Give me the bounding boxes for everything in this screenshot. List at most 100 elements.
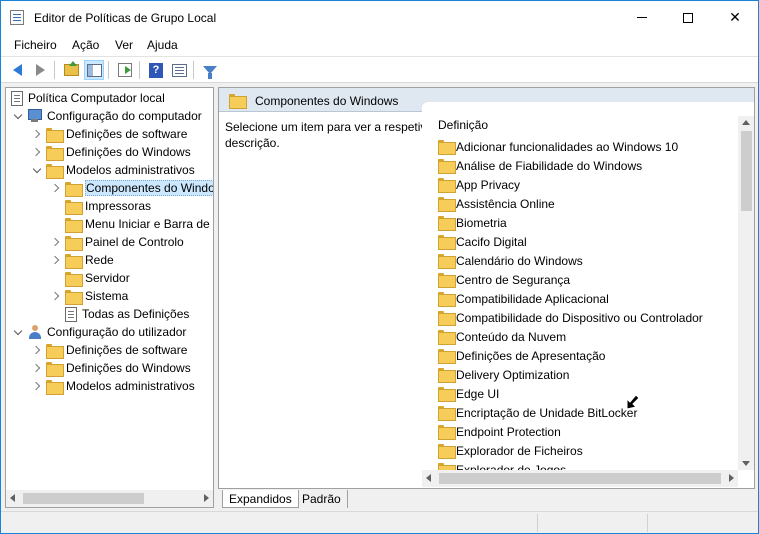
tree-item-control-panel[interactable]: Painel de Controlo	[50, 233, 184, 251]
export-list-button[interactable]	[115, 60, 135, 80]
main-window: Editor de Políticas de Grupo Local ✕ Fic…	[0, 0, 759, 534]
up-one-level-button[interactable]	[61, 60, 81, 80]
list-item-label: Centro de Segurança	[456, 272, 571, 287]
scroll-up-icon[interactable]	[742, 120, 750, 125]
tree-item-root[interactable]: Política Computador local	[8, 89, 165, 107]
chevron-right-icon[interactable]	[31, 125, 43, 143]
properties-view-button[interactable]	[169, 60, 189, 80]
tree-item-label: Política Computador local	[28, 91, 165, 105]
list-item[interactable]: Edge UI	[435, 384, 499, 403]
list-item[interactable]: Adicionar funcionalidades ao Windows 10	[435, 137, 678, 156]
tab-padrao[interactable]: Padrão	[296, 490, 348, 508]
list-item[interactable]: Endpoint Protection	[435, 422, 561, 441]
chevron-down-icon[interactable]	[12, 323, 24, 341]
tree-item-server[interactable]: Servidor	[50, 269, 130, 287]
tree-item-label: Menu Iniciar e Barra de	[85, 217, 210, 231]
list-vertical-scrollbar[interactable]	[738, 116, 754, 470]
folder-icon	[438, 387, 456, 402]
column-header-setting[interactable]: Definição	[438, 118, 488, 132]
tree-item-label: Impressoras	[85, 199, 152, 213]
list-item[interactable]: Centro de Segurança	[435, 270, 570, 289]
help-button[interactable]: ?	[146, 60, 166, 80]
scroll-down-icon[interactable]	[742, 461, 750, 466]
forward-button[interactable]	[30, 60, 50, 80]
scrollbar-thumb[interactable]	[23, 493, 144, 504]
list-item[interactable]: Compatibilidade Aplicacional	[435, 289, 609, 308]
tree-horizontal-scrollbar[interactable]	[6, 490, 213, 507]
menu-ficheiro[interactable]: Ficheiro	[14, 38, 57, 52]
tree-item-user-admin-templates[interactable]: Modelos administrativos	[31, 377, 195, 395]
list-item[interactable]: Compatibilidade do Dispositivo ou Contro…	[435, 308, 703, 327]
menu-ver[interactable]: Ver	[115, 38, 133, 52]
list-item[interactable]: Delivery Optimization	[435, 365, 569, 384]
tree-item-windows-settings[interactable]: Definições do Windows	[31, 143, 191, 161]
tree-item-windows-components[interactable]: Componentes do Windows	[50, 179, 213, 197]
minimize-button[interactable]	[619, 1, 665, 34]
list-horizontal-scrollbar[interactable]	[422, 470, 738, 487]
show-hide-tree-button[interactable]	[84, 60, 104, 80]
folder-icon	[438, 273, 456, 288]
tree-item-label: Servidor	[85, 271, 130, 285]
chevron-right-icon[interactable]	[31, 341, 43, 359]
list-item[interactable]: Assistência Online	[435, 194, 555, 213]
tree-item-label: Modelos administrativos	[66, 163, 195, 177]
list-item[interactable]: Explorador de Ficheiros	[435, 441, 583, 460]
filter-icon	[203, 66, 217, 79]
navigation-tree[interactable]: Política Computador local Configuração d…	[5, 87, 214, 508]
list-item[interactable]: Definições de Apresentação	[435, 346, 605, 365]
tree-item-admin-templates[interactable]: Modelos administrativos	[31, 161, 195, 179]
scrollbar-thumb[interactable]	[741, 131, 752, 211]
list-item[interactable]: App Privacy	[435, 175, 520, 194]
title-bar[interactable]: Editor de Políticas de Grupo Local ✕	[1, 1, 758, 34]
list-item[interactable]: Análise de Fiabilidade do Windows	[435, 156, 642, 175]
scroll-left-icon[interactable]	[426, 474, 431, 482]
chevron-right-icon[interactable]	[31, 377, 43, 395]
scroll-right-icon[interactable]	[729, 474, 734, 482]
help-icon: ?	[149, 62, 163, 78]
list-item[interactable]: Calendário do Windows	[435, 251, 583, 270]
menu-acao[interactable]: Ação	[72, 38, 99, 52]
scrollbar-thumb[interactable]	[439, 473, 721, 484]
tree-item-start-menu[interactable]: Menu Iniciar e Barra de	[50, 215, 210, 233]
tree-item-system[interactable]: Sistema	[50, 287, 128, 305]
list-item-label: Biometria	[456, 215, 507, 230]
list-item-label: Encriptação de Unidade BitLocker	[456, 405, 638, 420]
tree-item-software-settings[interactable]: Definições de software	[31, 125, 187, 143]
scroll-right-icon[interactable]	[204, 494, 209, 502]
tree-item-user-software-settings[interactable]: Definições de software	[31, 341, 187, 359]
settings-list[interactable]: Definição Adicionar funcionalidades ao W…	[422, 102, 754, 488]
list-item[interactable]: Biometria	[435, 213, 507, 232]
tree-item-user-config[interactable]: Configuração do utilizador	[12, 323, 186, 341]
scroll-left-icon[interactable]	[10, 494, 15, 502]
tab-expandidos[interactable]: Expandidos	[222, 490, 299, 508]
list-item-label: Cacifo Digital	[456, 234, 527, 249]
chevron-right-icon[interactable]	[31, 359, 43, 377]
maximize-button[interactable]	[665, 1, 711, 34]
tree-item-user-windows-settings[interactable]: Definições do Windows	[31, 359, 191, 377]
list-item[interactable]: Cacifo Digital	[435, 232, 527, 251]
tree-item-all-settings[interactable]: Todas as Definições	[50, 305, 189, 323]
chevron-down-icon[interactable]	[31, 161, 43, 179]
folder-icon	[438, 311, 456, 326]
tree-item-printers[interactable]: Impressoras	[50, 197, 151, 215]
chevron-right-icon[interactable]	[50, 251, 62, 269]
list-item[interactable]: Encriptação de Unidade BitLocker	[435, 403, 637, 422]
folder-icon	[438, 235, 456, 250]
close-icon: ✕	[729, 9, 741, 25]
chevron-right-icon[interactable]	[50, 287, 62, 305]
back-button[interactable]	[7, 60, 27, 80]
tree-item-network[interactable]: Rede	[50, 251, 114, 269]
chevron-down-icon[interactable]	[12, 107, 24, 125]
list-item-label: Definições de Apresentação	[456, 348, 606, 363]
close-button[interactable]: ✕	[712, 1, 758, 34]
folder-icon	[438, 254, 456, 269]
filter-button[interactable]	[200, 60, 220, 80]
list-item[interactable]: Conteúdo da Nuvem	[435, 327, 566, 346]
menu-ajuda[interactable]: Ajuda	[147, 38, 178, 52]
chevron-right-icon[interactable]	[31, 143, 43, 161]
tree-item-computer-config[interactable]: Configuração do computador	[12, 107, 202, 125]
chevron-right-icon[interactable]	[50, 233, 62, 251]
chevron-right-icon[interactable]	[50, 179, 62, 197]
